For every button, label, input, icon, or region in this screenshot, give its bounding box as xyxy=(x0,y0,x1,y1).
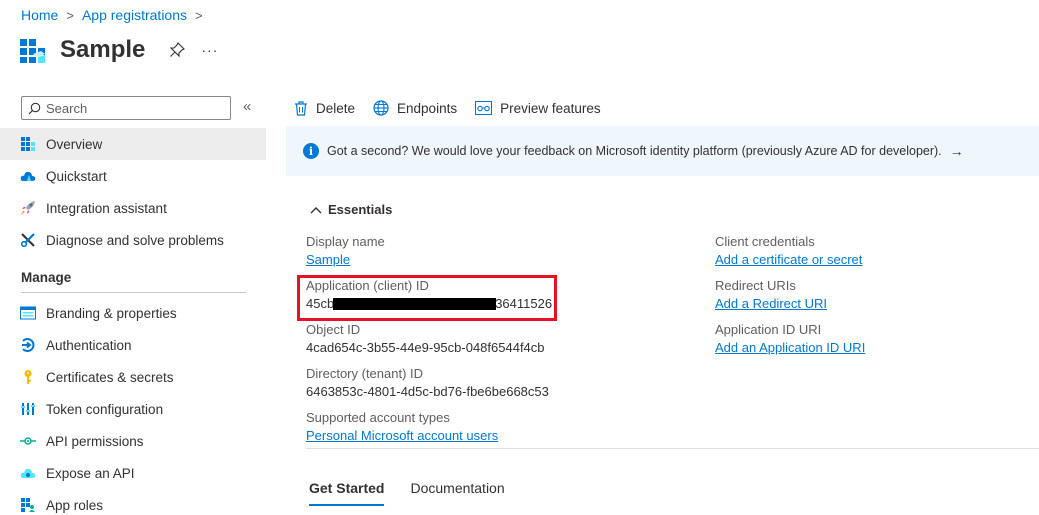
page-title: Sample xyxy=(60,36,146,63)
preview-features-label: Preview features xyxy=(500,100,601,116)
delete-label: Delete xyxy=(316,100,356,116)
rocket-icon xyxy=(19,199,37,217)
grid-icon xyxy=(19,135,37,153)
sidebar-item-label: API permissions xyxy=(46,433,144,449)
object-id-label: Object ID xyxy=(306,322,361,337)
sidebar-item-label: Integration assistant xyxy=(46,200,167,216)
account-types-label: Supported account types xyxy=(306,410,450,425)
sidebar-item-label: Quickstart xyxy=(46,168,107,184)
info-icon: i xyxy=(303,143,319,159)
sidebar-divider xyxy=(21,292,246,293)
redirect-uris-field: Redirect URIs Add a Redirect URI xyxy=(715,278,865,322)
sidebar-item-authentication[interactable]: Authentication xyxy=(0,329,266,361)
app-id-uri-field: Application ID URI Add an Application ID… xyxy=(715,322,865,366)
display-name-link[interactable]: Sample xyxy=(306,252,350,267)
tenant-id-field: Directory (tenant) ID 6463853c-4801-4d5c… xyxy=(306,366,552,410)
banner-text: Got a second? We would love your feedbac… xyxy=(327,144,942,158)
app-registration-icon xyxy=(20,39,45,63)
add-app-id-uri-link[interactable]: Add an Application ID URI xyxy=(715,340,865,355)
endpoints-label: Endpoints xyxy=(397,100,458,116)
tenant-id-value[interactable]: 6463853c-4801-4d5c-bd76-fbe6be668c53 xyxy=(306,383,552,401)
sidebar-item-label: Expose an API xyxy=(46,465,135,481)
essentials-toggle[interactable]: Essentials xyxy=(310,202,392,217)
object-id-field: Object ID 4cad654c-3b55-44e9-95cb-048f65… xyxy=(306,322,552,366)
trash-icon xyxy=(295,100,307,116)
sidebar-item-quickstart[interactable]: Quickstart xyxy=(0,160,266,192)
highlight-box xyxy=(297,275,557,321)
globe-icon xyxy=(373,100,389,116)
breadcrumb: Home > App registrations > xyxy=(21,7,211,23)
feedback-banner: i Got a second? We would love your feedb… xyxy=(286,126,1039,176)
tab-get-started[interactable]: Get Started xyxy=(309,480,385,506)
sidebar-item-integration-assistant[interactable]: Integration assistant xyxy=(0,192,266,224)
display-name-label: Display name xyxy=(306,234,385,249)
section-divider xyxy=(306,448,1039,449)
essentials-left-column: Display name Sample Application (client)… xyxy=(306,234,552,454)
breadcrumb-separator: > xyxy=(195,7,203,23)
sidebar-item-label: Diagnose and solve problems xyxy=(46,232,224,248)
cloud-icon xyxy=(19,167,37,185)
account-types-link[interactable]: Personal Microsoft account users xyxy=(306,428,498,443)
collapse-sidebar-icon[interactable]: « xyxy=(243,98,251,115)
sidebar-item-api-permissions[interactable]: API permissions xyxy=(0,425,266,457)
breadcrumb-home-link[interactable]: Home xyxy=(21,7,58,23)
client-credentials-field: Client credentials Add a certificate or … xyxy=(715,234,865,278)
sidebar-item-label: App roles xyxy=(46,497,104,513)
tab-bar: Get Started Documentation xyxy=(309,480,531,506)
breadcrumb-separator: > xyxy=(66,7,74,23)
sidebar-item-certificates[interactable]: Certificates & secrets xyxy=(0,361,266,393)
sidebar-item-label: Overview xyxy=(46,136,103,152)
token-icon xyxy=(19,400,37,418)
more-options-icon[interactable]: ··· xyxy=(201,42,218,58)
sidebar-section-manage: Manage xyxy=(21,269,72,285)
sidebar-item-app-roles[interactable]: App roles xyxy=(0,489,266,515)
add-certificate-link[interactable]: Add a certificate or secret xyxy=(715,252,862,267)
essentials-right-column: Client credentials Add a certificate or … xyxy=(715,234,865,366)
sidebar-item-diagnose[interactable]: Diagnose and solve problems xyxy=(0,224,266,256)
redirect-uris-label: Redirect URIs xyxy=(715,278,796,293)
sidebar-item-label: Token configuration xyxy=(46,401,164,417)
search-icon xyxy=(28,102,41,114)
sidebar-item-label: Authentication xyxy=(46,337,132,353)
sidebar-item-token-configuration[interactable]: Token configuration xyxy=(0,393,266,425)
preview-features-icon xyxy=(475,101,493,115)
sidebar-item-label: Branding & properties xyxy=(46,305,177,321)
title-row: Sample ··· xyxy=(19,34,218,66)
sidebar-item-overview[interactable]: Overview xyxy=(0,128,266,160)
endpoints-button[interactable]: Endpoints xyxy=(373,100,457,116)
delete-button[interactable]: Delete xyxy=(294,101,355,116)
chevron-up-icon xyxy=(310,206,322,213)
search-box[interactable] xyxy=(21,96,231,120)
sidebar-item-expose-api[interactable]: Expose an API xyxy=(0,457,266,489)
tenant-id-label: Directory (tenant) ID xyxy=(306,366,424,381)
key-icon xyxy=(19,368,37,386)
api-permissions-icon xyxy=(19,432,37,450)
object-id-value[interactable]: 4cad654c-3b55-44e9-95cb-048f6544f4cb xyxy=(306,339,552,357)
display-name-field: Display name Sample xyxy=(306,234,552,278)
preview-features-button[interactable]: Preview features xyxy=(475,101,601,116)
search-input[interactable] xyxy=(46,100,216,116)
app-id-uri-label: Application ID URI xyxy=(715,322,822,337)
command-bar: Delete Endpoints Preview features xyxy=(294,98,619,118)
tab-documentation[interactable]: Documentation xyxy=(410,480,504,506)
sidebar-item-label: Certificates & secrets xyxy=(46,369,174,385)
sidebar-item-branding[interactable]: Branding & properties xyxy=(0,297,266,329)
branding-icon xyxy=(19,304,37,322)
essentials-title: Essentials xyxy=(328,202,393,217)
arrow-right-icon[interactable]: → xyxy=(950,143,964,159)
wrench-icon xyxy=(19,231,37,249)
app-roles-icon xyxy=(19,496,37,514)
breadcrumb-app-registrations-link[interactable]: App registrations xyxy=(82,7,187,23)
pin-icon[interactable] xyxy=(169,42,186,58)
cloud-api-icon xyxy=(19,464,37,482)
authentication-icon xyxy=(19,336,37,354)
client-credentials-label: Client credentials xyxy=(715,234,815,249)
add-redirect-uri-link[interactable]: Add a Redirect URI xyxy=(715,296,827,311)
sidebar: Overview Quickstart Integration assistan… xyxy=(0,128,266,515)
